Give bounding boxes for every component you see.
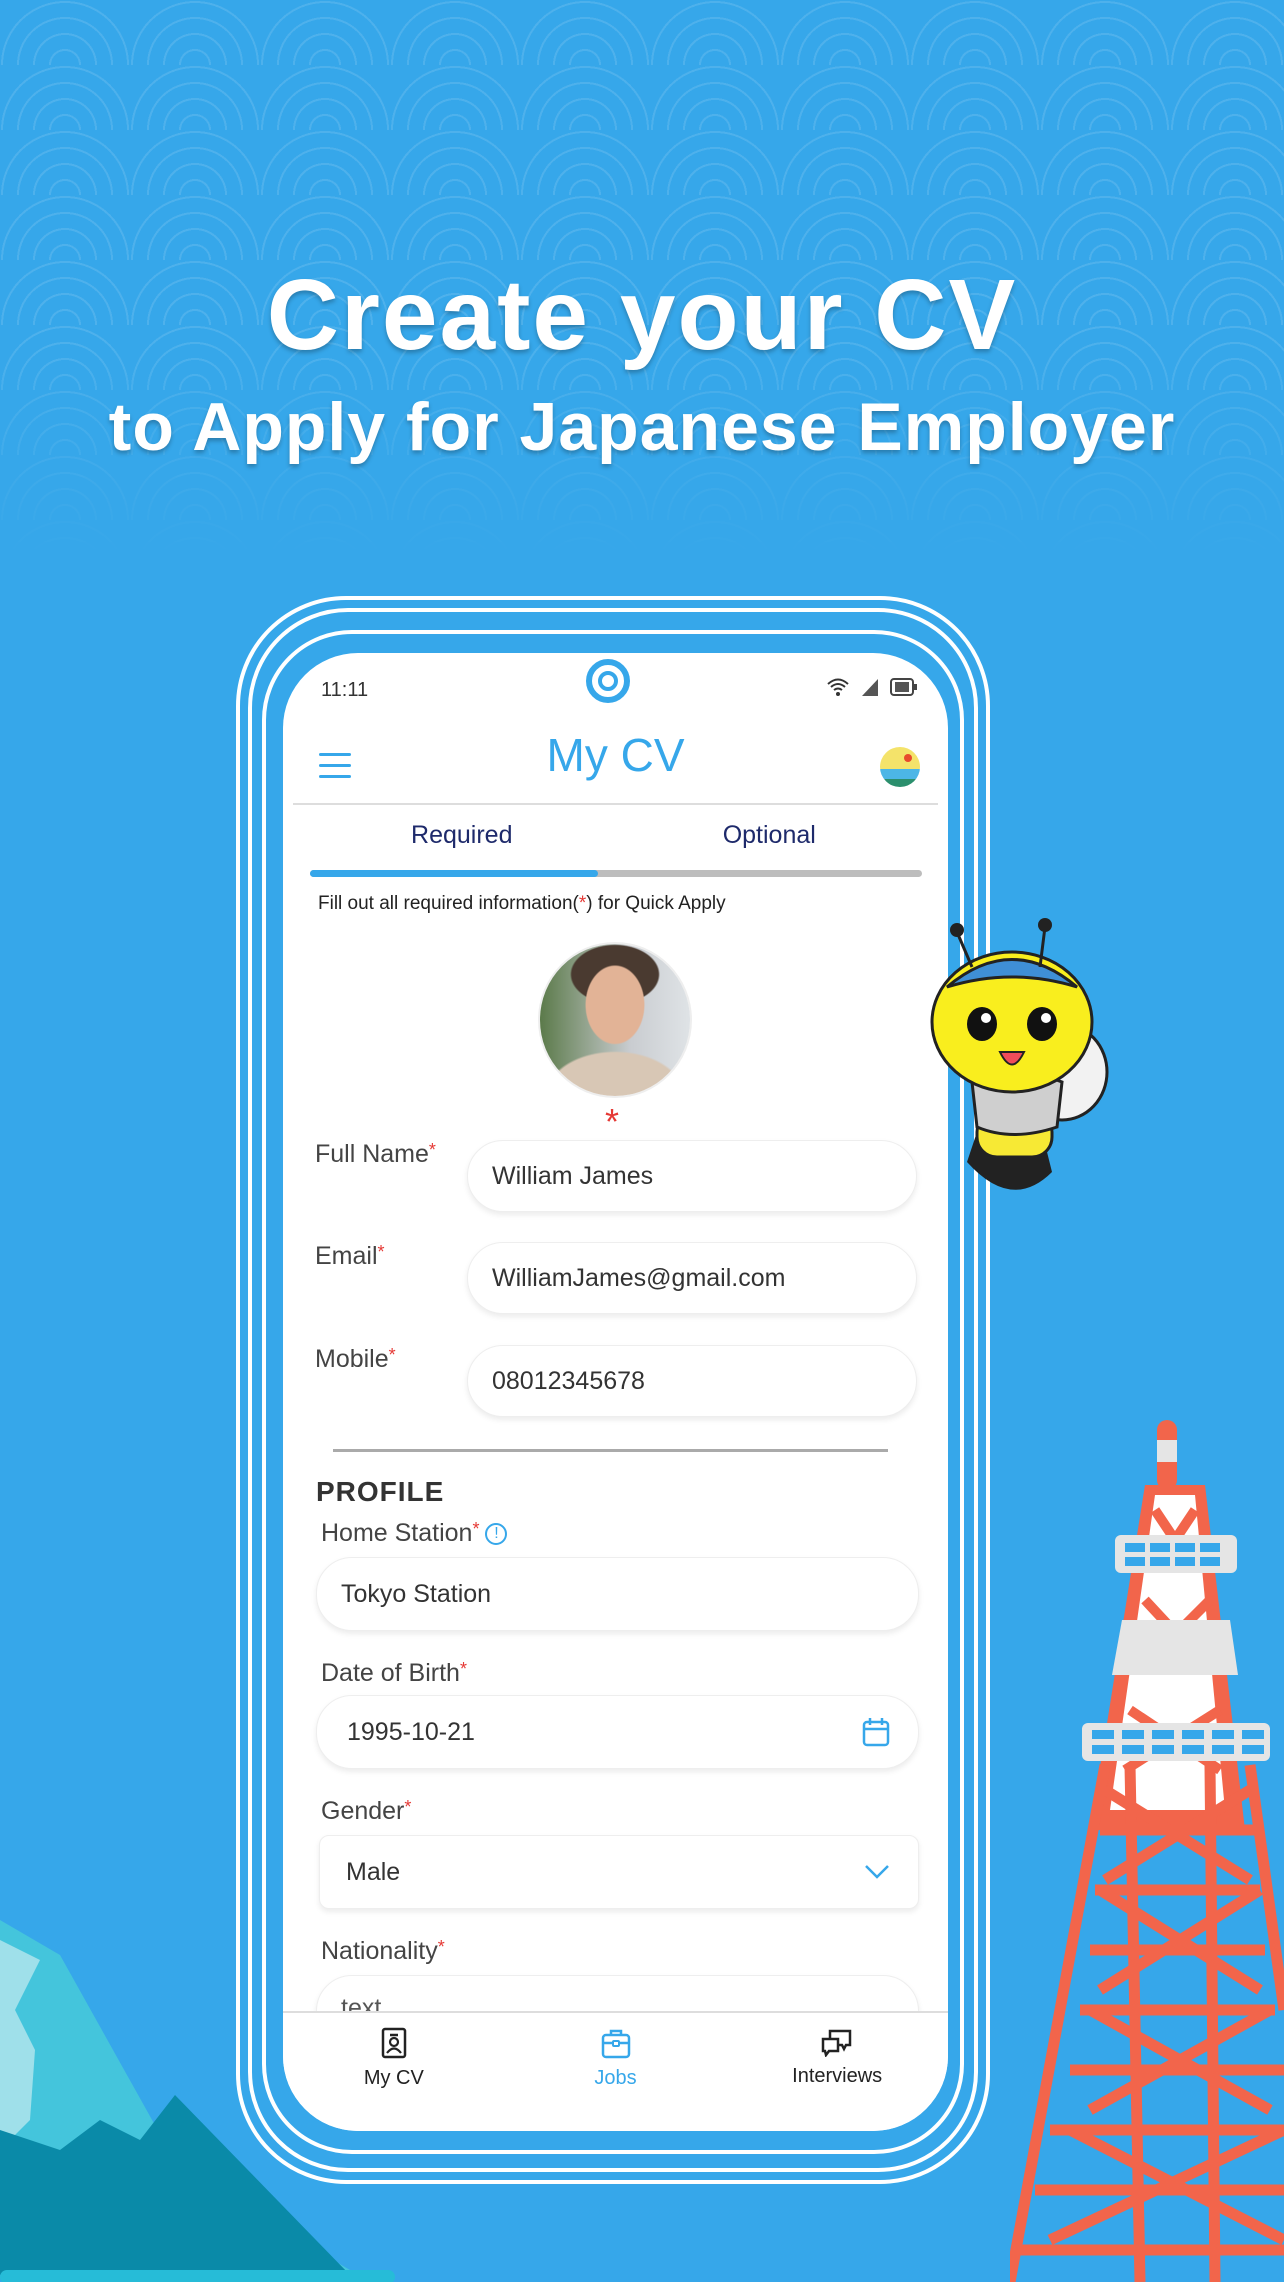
- signal-icon: [862, 679, 878, 696]
- gender-label: Gender*: [321, 1797, 411, 1826]
- nav-jobs-label: Jobs: [594, 2067, 637, 2089]
- nav-interviews[interactable]: Interviews: [726, 2013, 948, 2131]
- gender-value: Male: [346, 1857, 401, 1886]
- required-marker: *: [428, 1140, 436, 1160]
- date-of-birth-label-text: Date of Birth: [321, 1659, 460, 1687]
- nav-my-cv[interactable]: My CV: [283, 2013, 505, 2131]
- full-name-input[interactable]: William James: [467, 1140, 917, 1212]
- full-name-value: William James: [492, 1161, 654, 1190]
- mobile-label: Mobile*: [315, 1345, 396, 1374]
- home-station-label-text: Home Station: [321, 1519, 473, 1547]
- profile-section-title: PROFILE: [316, 1476, 445, 1507]
- date-of-birth-value: 1995-10-21: [347, 1717, 475, 1746]
- tokyo-tower-illustration: [1010, 1420, 1284, 2282]
- full-name-label-text: Full Name: [315, 1140, 429, 1168]
- home-station-value: Tokyo Station: [341, 1579, 492, 1608]
- email-input[interactable]: WilliamJames@gmail.com: [467, 1242, 917, 1314]
- completion-progress-bar: [310, 870, 922, 877]
- phone-screen: 11:11 My CV Required Optional Fill out a…: [283, 653, 948, 2131]
- cv-tabs: Required Optional: [308, 821, 923, 850]
- nav-interviews-label: Interviews: [792, 2065, 883, 2087]
- required-marker: *: [388, 1345, 396, 1365]
- wifi-icon: [827, 678, 849, 696]
- date-of-birth-input[interactable]: 1995-10-21: [316, 1695, 919, 1769]
- nationality-label: Nationality*: [321, 1937, 445, 1966]
- date-of-birth-label: Date of Birth*: [321, 1659, 467, 1688]
- chevron-down-icon: [865, 1865, 889, 1879]
- page-title: My CV: [546, 729, 685, 781]
- helper-prefix: Fill out all required information(: [318, 893, 579, 914]
- required-marker: *: [437, 1937, 445, 1957]
- nav-my-cv-label: My CV: [363, 2067, 424, 2089]
- avatar[interactable]: [540, 944, 690, 1096]
- required-marker: *: [472, 1519, 480, 1539]
- chat-bubbles-icon: [821, 2029, 852, 2057]
- nationality-label-text: Nationality: [321, 1937, 438, 1965]
- section-divider: [333, 1449, 888, 1452]
- battery-icon: [890, 678, 917, 696]
- home-station-input[interactable]: Tokyo Station: [316, 1557, 919, 1631]
- gender-select[interactable]: Male: [319, 1835, 919, 1909]
- app-logo-icon[interactable]: [880, 747, 920, 787]
- mobile-value: 08012345678: [492, 1366, 645, 1395]
- email-label: Email*: [315, 1242, 385, 1271]
- briefcase-icon: [601, 2029, 630, 2059]
- bee-mascot-illustration: [930, 918, 1109, 1190]
- helper-text: Fill out all required information(*) for…: [318, 893, 726, 915]
- gender-label-text: Gender: [321, 1797, 405, 1825]
- id-card-icon: [381, 2027, 407, 2059]
- home-station-label: Home Station*!: [321, 1519, 508, 1548]
- progress-fill: [310, 870, 598, 877]
- required-marker: *: [459, 1659, 467, 1679]
- mobile-label-text: Mobile: [315, 1345, 389, 1373]
- nav-jobs[interactable]: Jobs: [505, 2013, 727, 2131]
- tab-required[interactable]: Required: [308, 821, 616, 850]
- required-marker: *: [404, 1797, 412, 1817]
- status-time: 11:11: [321, 679, 369, 701]
- calendar-icon[interactable]: [862, 1717, 890, 1747]
- camera-icon: [586, 659, 630, 703]
- helper-suffix: ) for Quick Apply: [586, 893, 726, 914]
- avatar-required-marker: *: [605, 1101, 620, 1142]
- promo-subheadline: to Apply for Japanese Employer: [108, 389, 1176, 465]
- header-divider: [293, 803, 938, 805]
- tab-optional[interactable]: Optional: [616, 821, 924, 850]
- email-value: WilliamJames@gmail.com: [492, 1263, 786, 1292]
- mobile-input[interactable]: 08012345678: [467, 1345, 917, 1417]
- promo-headline: Create your CV: [266, 259, 1018, 371]
- status-icons: [826, 677, 918, 697]
- bottom-navigation: My CV Jobs Interviews: [283, 2011, 948, 2131]
- full-name-label: Full Name*: [315, 1140, 436, 1169]
- info-icon[interactable]: !: [485, 1523, 508, 1546]
- email-label-text: Email: [315, 1242, 378, 1270]
- required-marker: *: [377, 1242, 385, 1262]
